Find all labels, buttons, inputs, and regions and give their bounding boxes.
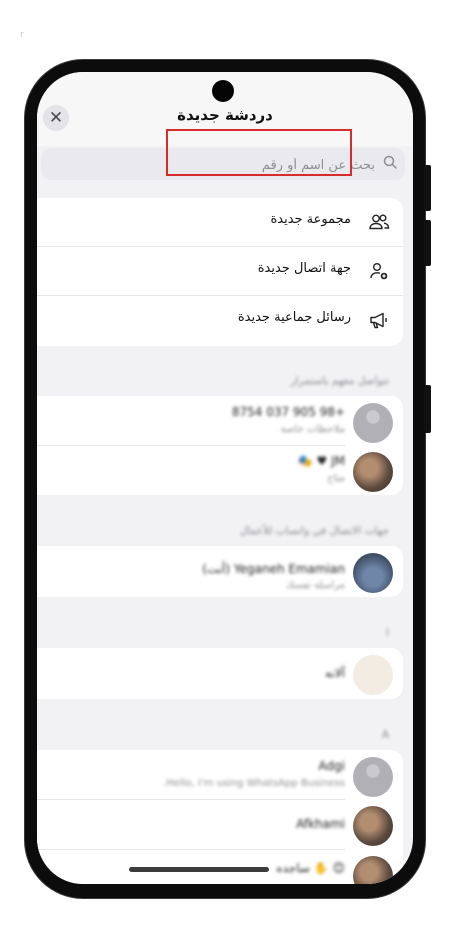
broadcast-icon <box>367 308 391 332</box>
front-camera <box>212 80 234 102</box>
new-chat-options: مجموعة جديدة جهة اتصال جديدة رسائل جماعي… <box>37 198 403 346</box>
letter-contacts: آلانه <box>37 648 403 699</box>
letter-a-contacts: Adgi Hello, I'm using WhatsApp Business.… <box>37 750 403 884</box>
contact-name: Yeganeh Emamian (أنت) <box>202 562 345 576</box>
home-indicator[interactable] <box>129 867 269 872</box>
divider <box>37 445 345 446</box>
contact-status: ملاحظات خاصة <box>280 424 345 435</box>
contact-row[interactable]: آلانه <box>37 650 403 698</box>
menu-item-new-group[interactable]: مجموعة جديدة <box>37 198 403 246</box>
menu-item-label: مجموعة جديدة <box>270 212 351 227</box>
contact-name: JM ♥ 🎭 <box>297 454 345 468</box>
contact-row[interactable]: Yeganeh Emamian (أنت) مراسلة نفسك <box>37 548 403 596</box>
avatar <box>353 806 393 846</box>
avatar <box>353 403 393 443</box>
contact-status: متاح <box>327 473 345 484</box>
section-header-letter: A <box>381 729 389 741</box>
volume-down-button <box>424 220 431 266</box>
avatar <box>353 655 393 695</box>
contact-row[interactable]: +98 905 037 8754 ملاحظات خاصة <box>37 398 403 446</box>
new-chat-screen: ✕ دردشة جديدة مجموعة جديدة جهة اتصال جدي… <box>37 72 413 884</box>
avatar <box>353 553 393 593</box>
section-header-whatsapp-contacts: جهات الاتصال في واتساب للأعمال <box>239 525 389 537</box>
contact-name: 😊 ✋ ساجده <box>276 861 345 875</box>
menu-item-new-broadcast[interactable]: رسائل جماعية جديدة <box>37 296 403 344</box>
group-icon <box>367 210 391 234</box>
contact-status: Hello, I'm using WhatsApp Business. <box>163 778 345 789</box>
menu-item-new-contact[interactable]: جهة اتصال جديدة <box>37 247 403 295</box>
search-icon <box>383 155 397 173</box>
contact-row[interactable]: JM ♥ 🎭 متاح <box>37 447 403 495</box>
highlight-box <box>166 129 352 176</box>
contact-name: آلانه <box>325 666 345 680</box>
add-contact-icon <box>367 259 391 283</box>
volume-up-button <box>424 165 431 211</box>
power-button <box>424 385 431 433</box>
whatsapp-contacts: Yeganeh Emamian (أنت) مراسلة نفسك <box>37 546 403 597</box>
section-header-frequent: تتواصل معهم باستمرار <box>290 375 389 387</box>
contact-row[interactable]: Afkhami <box>37 801 403 849</box>
contact-name: +98 905 037 8754 <box>231 405 345 419</box>
divider <box>37 849 345 850</box>
menu-item-label: جهة اتصال جديدة <box>257 261 351 276</box>
divider <box>37 799 345 800</box>
contact-row[interactable]: Adgi Hello, I'm using WhatsApp Business. <box>37 752 403 800</box>
contact-status: مراسلة نفسك <box>285 580 345 591</box>
contact-name: Afkhami <box>296 817 345 831</box>
avatar <box>353 856 393 884</box>
avatar <box>353 757 393 797</box>
menu-item-label: رسائل جماعية جديدة <box>237 310 351 325</box>
contact-name: Adgi <box>318 759 345 773</box>
section-header-letter: ا <box>386 627 389 639</box>
avatar <box>353 452 393 492</box>
corner-mark: r <box>20 30 24 40</box>
frequent-contacts: +98 905 037 8754 ملاحظات خاصة JM ♥ 🎭 متا… <box>37 396 403 495</box>
page-title: دردشة جديدة <box>177 106 273 124</box>
